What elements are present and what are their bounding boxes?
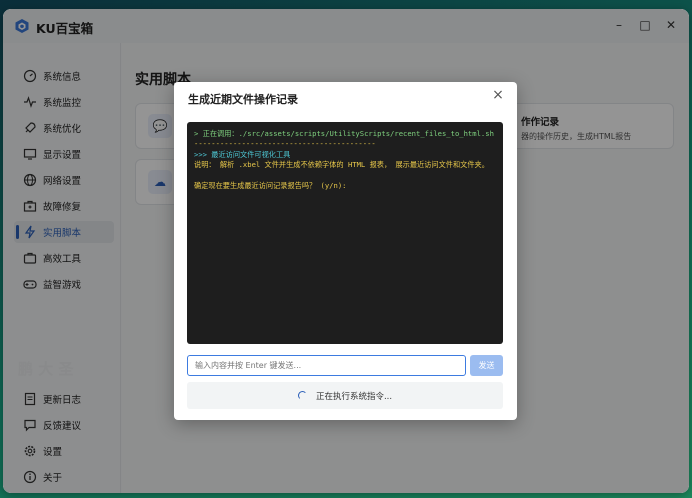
send-button[interactable]: 发送 <box>470 355 503 376</box>
terminal-spacer <box>194 171 496 181</box>
loading-spinner-icon <box>297 391 307 400</box>
terminal-output: > 正在调用：./src/assets/scripts/UtilityScrip… <box>187 122 503 344</box>
terminal-line: ----------------------------------------… <box>194 139 376 149</box>
terminal-line: 确定现在要生成最近访问记录报告吗？ (y/n): <box>194 181 347 191</box>
close-icon[interactable]: × <box>491 88 505 102</box>
terminal-line: 说明： 解析 .xbel 文件并生成不依赖字体的 HTML 报表， 展示最近访问… <box>194 160 489 170</box>
execution-status: 正在执行系统指令... <box>187 382 503 409</box>
status-text: 正在执行系统指令... <box>315 391 393 402</box>
recent-files-dialog: 生成近期文件操作记录 × > 正在调用：./src/assets/scripts… <box>174 82 517 420</box>
dialog-title: 生成近期文件操作记录 <box>188 93 298 106</box>
terminal-line: > 正在调用：./src/assets/scripts/UtilityScrip… <box>194 129 494 138</box>
command-input[interactable] <box>187 355 466 376</box>
terminal-line: >>> 最近访问文件可视化工具 <box>194 149 291 159</box>
